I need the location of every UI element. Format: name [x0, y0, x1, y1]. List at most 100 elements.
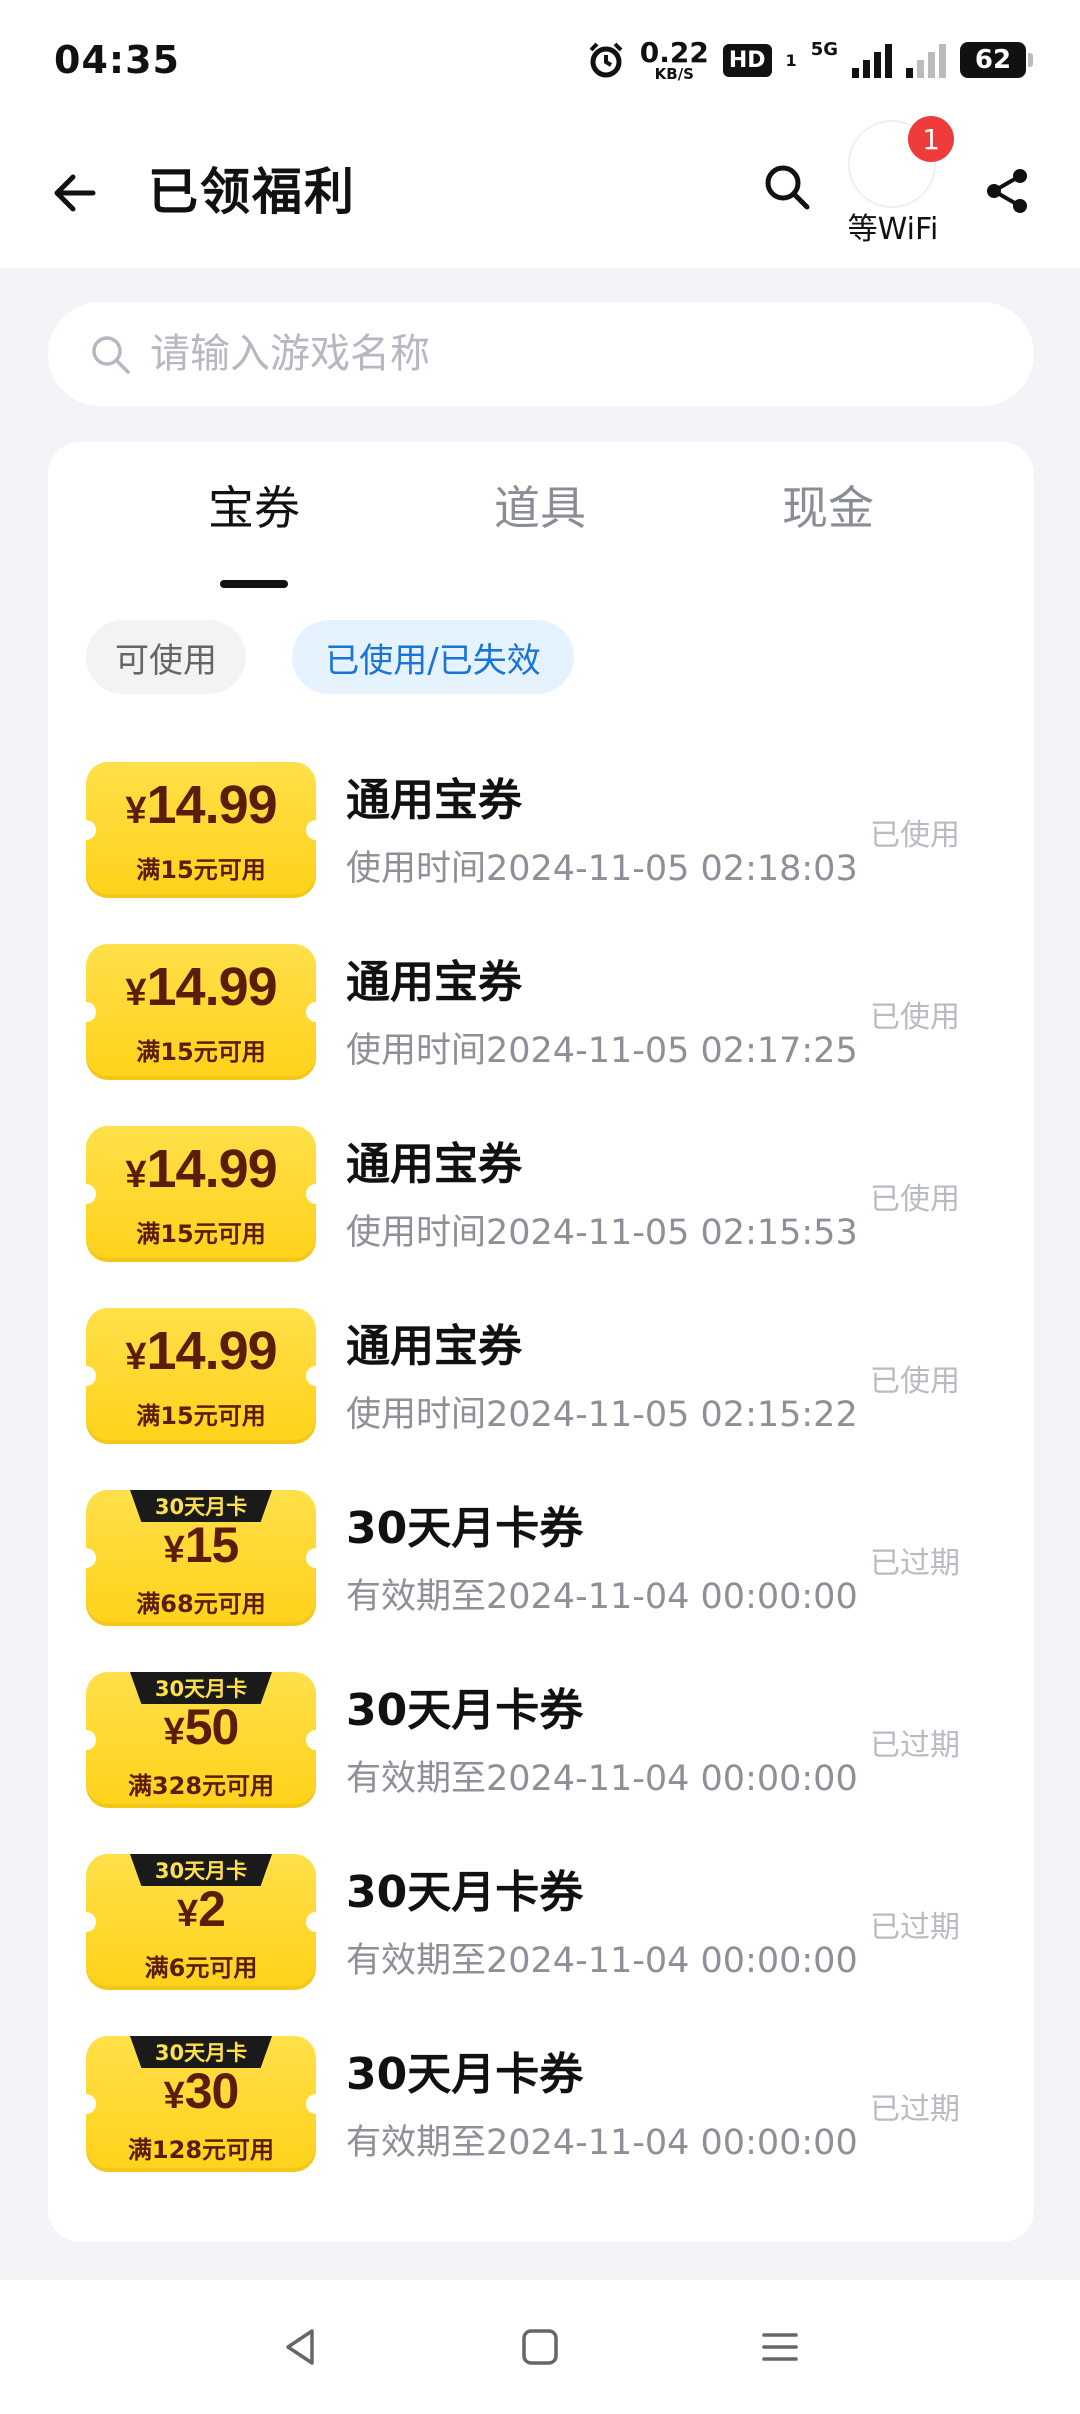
- coupon-subtitle: 有效期至2024-11-04 00:00:00: [346, 1941, 858, 1981]
- coupon-ticket: ¥14.99 满15元可用: [86, 762, 316, 898]
- coupon-title: 通用宝券: [346, 957, 522, 1008]
- benefits-card: 宝券 道具 现金 可使用 已使用/已失效 ¥14.99 满15元可用 通用宝券 使用时…: [48, 442, 1034, 2242]
- coupon-row[interactable]: 30天月卡 ¥50 满328元可用 30天月卡券有效期至2024-11-04 00:0…: [48, 1672, 1034, 1854]
- nav-home-button[interactable]: [510, 2317, 570, 2377]
- coupon-title: 通用宝券: [346, 1139, 522, 1190]
- back-triangle-icon: [286, 2329, 314, 2365]
- coupon-amount-value: 14.99: [146, 775, 278, 835]
- menu-lines-icon: [762, 2333, 798, 2361]
- coupon-subtitle: 有效期至2024-11-04 00:00:00: [346, 2123, 858, 2163]
- coupon-condition: 满128元可用: [127, 2136, 275, 2164]
- wifi-label: 等WiFi: [847, 212, 939, 247]
- home-square-icon: [522, 2329, 558, 2365]
- status-time: 04:35: [54, 38, 180, 82]
- nav-menu-button[interactable]: [750, 2317, 810, 2377]
- coupon-title: 通用宝券: [346, 775, 522, 826]
- coupon-currency: ¥: [163, 1711, 185, 1753]
- status-icons: 0.22 KB/S HD 1 5G 62: [586, 35, 1033, 83]
- coupon-status: 已过期: [870, 1728, 960, 1763]
- coupon-status: 已过期: [870, 1546, 960, 1581]
- coupon-amount-value: 15: [184, 1517, 240, 1573]
- coupon-amount: ¥14.99: [86, 1320, 316, 1382]
- coupon-ticket: 30天月卡 ¥50 满328元可用: [86, 1672, 316, 1808]
- signal-weak-icon: [906, 42, 946, 78]
- share-icon: [987, 169, 1027, 213]
- filter-available[interactable]: 可使用: [86, 620, 246, 694]
- coupon-currency: ¥: [125, 972, 147, 1014]
- coupon-ticket: ¥14.99 满15元可用: [86, 1308, 316, 1444]
- coupon-subtitle: 有效期至2024-11-04 00:00:00: [346, 1759, 858, 1799]
- coupon-amount-value: 14.99: [146, 957, 278, 1017]
- coupon-amount-value: 2: [198, 1881, 226, 1937]
- coupon-subtitle: 使用时间2024-11-05 02:15:53: [346, 1213, 858, 1253]
- coupon-condition: 满6元可用: [144, 1954, 258, 1982]
- coupon-status: 已使用: [870, 818, 960, 853]
- search-button[interactable]: [752, 152, 822, 222]
- coupon-amount: ¥2: [86, 1880, 316, 1938]
- coupon-subtitle: 使用时间2024-11-05 02:17:25: [346, 1031, 858, 1071]
- net-speed-unit: KB/S: [654, 64, 694, 83]
- battery-level: 62: [974, 45, 1012, 75]
- network-type: 5G: [810, 38, 838, 60]
- coupon-amount-value: 50: [184, 1699, 240, 1755]
- nav-back-button[interactable]: [270, 2317, 330, 2377]
- coupon-currency: ¥: [163, 2075, 185, 2117]
- coupon-status: 已使用: [870, 1000, 960, 1035]
- coupon-ticket: 30天月卡 ¥15 满68元可用: [86, 1490, 316, 1626]
- net-speed: 0.22 KB/S: [639, 35, 709, 83]
- coupon-condition: 满15元可用: [136, 1038, 266, 1066]
- search-icon: [765, 165, 810, 210]
- page-title: 已领福利: [148, 163, 356, 221]
- coupon-row[interactable]: 30天月卡 ¥2 满6元可用 30天月卡券 有效期至2024-11-04 00:00:0…: [48, 1854, 1034, 2036]
- coupon-title: 30天月卡券: [346, 2049, 584, 2100]
- back-button[interactable]: [40, 158, 110, 228]
- coupon-row[interactable]: ¥14.99 满15元可用 通用宝券 使用时间2024-11-05 02:18:03 已…: [48, 762, 1034, 944]
- battery-icon: 62: [960, 42, 1033, 78]
- coupon-currency: ¥: [163, 1529, 185, 1571]
- coupon-ticket: 30天月卡 ¥2 满6元可用: [86, 1854, 316, 1990]
- tab-cash[interactable]: 现金: [718, 472, 938, 538]
- game-search-box[interactable]: [48, 302, 1034, 406]
- coupon-title: 30天月卡券: [346, 1503, 584, 1554]
- filter-used-expired[interactable]: 已使用/已失效: [292, 620, 574, 694]
- coupon-condition: 满68元可用: [136, 1590, 266, 1618]
- coupon-status: 已使用: [870, 1364, 960, 1399]
- coupon-row[interactable]: 30天月卡 ¥30 满128元可用 30天月卡券有效期至2024-11-04 00:0…: [48, 2036, 1034, 2218]
- status-bar: 04:35 0.22 KB/S HD 1 5G 62: [0, 0, 1080, 120]
- coupon-subtitle: 使用时间2024-11-05 02:15:22: [346, 1395, 858, 1435]
- hd-sub: 1: [785, 50, 797, 70]
- coupon-status: 已过期: [870, 2092, 960, 2127]
- tab-bar: 宝券 道具 现金: [48, 472, 1034, 588]
- net-speed-value: 0.22: [639, 35, 709, 69]
- tab-items[interactable]: 道具: [430, 472, 650, 538]
- game-search-input[interactable]: [150, 331, 950, 377]
- coupon-amount-value: 14.99: [146, 1321, 278, 1381]
- wifi-download-button[interactable]: 1 等WiFi: [838, 116, 954, 268]
- coupon-condition: 满15元可用: [136, 856, 266, 884]
- coupon-amount: ¥50: [86, 1698, 316, 1756]
- coupon-status: 已过期: [870, 1910, 960, 1945]
- coupon-status: 已使用: [870, 1182, 960, 1217]
- alarm-icon: [589, 42, 623, 78]
- coupon-amount: ¥14.99: [86, 1138, 316, 1200]
- coupon-title: 30天月卡券: [346, 1685, 584, 1736]
- active-tab-indicator: [220, 580, 288, 588]
- coupon-row[interactable]: 30天月卡 ¥15 满68元可用 30天月卡券 有效期至2024-11-04 00:00…: [48, 1490, 1034, 1672]
- back-arrow-icon: [54, 174, 96, 212]
- coupon-amount-value: 14.99: [146, 1139, 278, 1199]
- coupon-title: 30天月卡券: [346, 1867, 584, 1918]
- hd-label: HD: [728, 47, 766, 73]
- tab-coupons[interactable]: 宝券: [144, 472, 364, 538]
- coupon-row[interactable]: ¥14.99 满15元可用 通用宝券 使用时间2024-11-05 02:15:53 已…: [48, 1126, 1034, 1308]
- search-input-icon: [92, 336, 130, 374]
- coupon-amount: ¥15: [86, 1516, 316, 1574]
- app-header: 已领福利 1 等WiFi: [0, 116, 1080, 268]
- share-button[interactable]: [972, 156, 1042, 226]
- coupon-row[interactable]: ¥14.99 满15元可用 通用宝券 使用时间2024-11-05 02:15:22 已…: [48, 1308, 1034, 1490]
- coupon-ticket: 30天月卡 ¥30 满128元可用: [86, 2036, 316, 2172]
- coupon-currency: ¥: [177, 1893, 199, 1935]
- coupon-row[interactable]: ¥14.99 满15元可用 通用宝券使用时间2024-11-05 02:17:25 已…: [48, 944, 1034, 1126]
- coupon-currency: ¥: [125, 1154, 147, 1196]
- coupon-condition: 满15元可用: [136, 1402, 266, 1430]
- coupon-amount: ¥14.99: [86, 774, 316, 836]
